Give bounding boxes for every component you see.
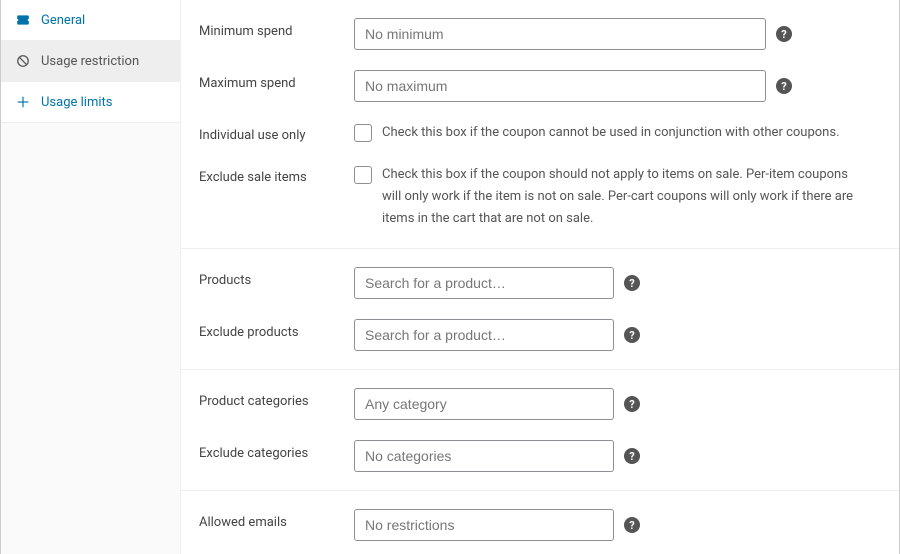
exclude-categories-input[interactable]	[354, 440, 614, 472]
row-exclude-products: Exclude products ?	[181, 309, 899, 361]
product-categories-input[interactable]	[354, 388, 614, 420]
main-content: Minimum spend ? Maximum spend ? Individu…	[181, 0, 899, 554]
label-max-spend: Maximum spend	[199, 70, 354, 91]
row-min-spend: Minimum spend ?	[181, 8, 899, 60]
exclude-products-input[interactable]	[354, 319, 614, 351]
min-spend-input[interactable]	[354, 18, 766, 50]
individual-use-desc: Check this box if the coupon cannot be u…	[382, 122, 840, 144]
row-product-categories: Product categories ?	[181, 378, 899, 430]
label-product-categories: Product categories	[199, 388, 354, 409]
row-products: Products ?	[181, 257, 899, 309]
help-icon[interactable]: ?	[624, 327, 640, 343]
row-individual-use: Individual use only Check this box if th…	[181, 112, 899, 154]
label-products: Products	[199, 267, 354, 288]
sidebar-item-label: General	[41, 13, 85, 28]
sidebar-item-usage-limits[interactable]: Usage limits	[1, 82, 180, 123]
help-icon[interactable]: ?	[776, 78, 792, 94]
label-individual-use: Individual use only	[199, 122, 354, 143]
row-exclude-categories: Exclude categories ?	[181, 430, 899, 482]
help-icon[interactable]: ?	[624, 448, 640, 464]
section-emails: Allowed emails ?	[181, 491, 899, 554]
section-spend: Minimum spend ? Maximum spend ? Individu…	[181, 0, 899, 249]
help-icon[interactable]: ?	[624, 396, 640, 412]
exclude-sale-checkbox[interactable]	[354, 166, 372, 184]
sidebar-item-usage-restriction[interactable]: Usage restriction	[1, 41, 180, 82]
panel: General Usage restriction Usage limits M…	[0, 0, 900, 554]
max-spend-input[interactable]	[354, 70, 766, 102]
label-min-spend: Minimum spend	[199, 18, 354, 39]
label-exclude-sale: Exclude sale items	[199, 164, 354, 185]
exclude-sale-desc: Check this box if the coupon should not …	[382, 164, 862, 230]
row-allowed-emails: Allowed emails ?	[181, 499, 899, 551]
label-exclude-categories: Exclude categories	[199, 440, 354, 461]
help-icon[interactable]: ?	[624, 275, 640, 291]
row-max-spend: Maximum spend ?	[181, 60, 899, 112]
sidebar-item-label: Usage limits	[41, 95, 112, 110]
sidebar: General Usage restriction Usage limits	[1, 0, 181, 554]
sidebar-item-general[interactable]: General	[1, 0, 180, 41]
section-products: Products ? Exclude products ?	[181, 249, 899, 370]
label-exclude-products: Exclude products	[199, 319, 354, 340]
help-icon[interactable]: ?	[624, 517, 640, 533]
allowed-emails-input[interactable]	[354, 509, 614, 541]
section-categories: Product categories ? Exclude categories …	[181, 370, 899, 491]
row-exclude-sale: Exclude sale items Check this box if the…	[181, 154, 899, 240]
individual-use-checkbox[interactable]	[354, 124, 372, 142]
products-input[interactable]	[354, 267, 614, 299]
label-allowed-emails: Allowed emails	[199, 509, 354, 530]
sliders-icon	[15, 94, 31, 110]
sidebar-item-label: Usage restriction	[41, 54, 139, 69]
ticket-icon	[15, 12, 31, 28]
help-icon[interactable]: ?	[776, 26, 792, 42]
ban-icon	[15, 53, 31, 69]
